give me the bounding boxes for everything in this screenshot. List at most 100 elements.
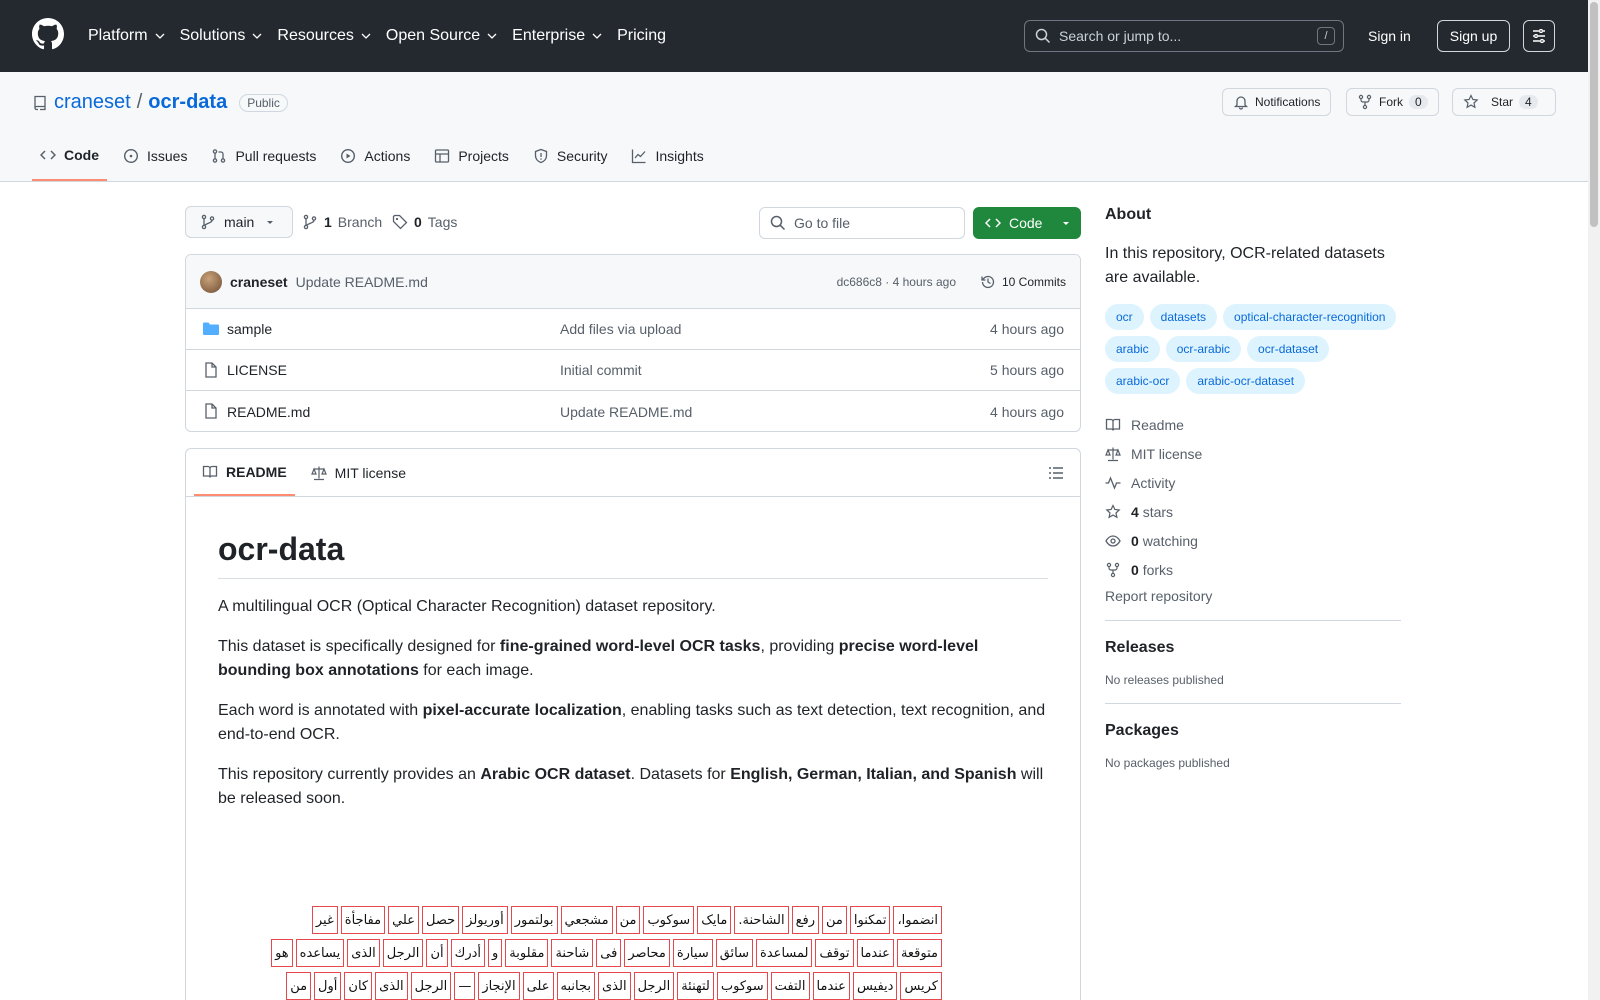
word-bounding-box: و bbox=[488, 939, 503, 967]
watching-link[interactable]: 0 watching bbox=[1105, 526, 1401, 555]
file-commit-message[interactable]: Initial commit bbox=[560, 362, 642, 378]
watching-label: watching bbox=[1142, 532, 1198, 549]
nav-enterprise[interactable]: Enterprise bbox=[512, 27, 603, 45]
stars-link[interactable]: 4 stars bbox=[1105, 497, 1401, 526]
tab-projects[interactable]: Projects bbox=[426, 139, 517, 173]
list-unordered-icon[interactable] bbox=[1048, 465, 1064, 481]
law-icon bbox=[310, 466, 327, 480]
sign-up-button[interactable]: Sign up bbox=[1437, 20, 1510, 52]
commit-message[interactable]: Update README.md bbox=[296, 274, 428, 290]
tab-insights[interactable]: Insights bbox=[623, 139, 711, 173]
word-bounding-box: رفع bbox=[791, 906, 820, 934]
caret-down-icon bbox=[267, 221, 274, 224]
nav-label: Pricing bbox=[617, 27, 666, 44]
branch-selector[interactable]: main bbox=[185, 206, 294, 238]
topic-tag[interactable]: arabic-ocr-dataset bbox=[1186, 368, 1306, 394]
star-icon bbox=[1105, 503, 1121, 518]
file-commit-message[interactable]: Update README.md bbox=[560, 404, 692, 420]
sign-in-link[interactable]: Sign in bbox=[1360, 20, 1419, 52]
activity-link[interactable]: Activity bbox=[1105, 468, 1401, 497]
topic-tag[interactable]: arabic bbox=[1105, 336, 1160, 362]
notifications-label: Notifications bbox=[1255, 95, 1321, 109]
topic-tag[interactable]: optical-character-recognition bbox=[1223, 304, 1397, 330]
nav-label: Resources bbox=[277, 27, 354, 44]
tab-security[interactable]: Security bbox=[525, 139, 616, 173]
nav-label: Open Source bbox=[385, 27, 481, 44]
code-download-button[interactable]: Code bbox=[973, 207, 1081, 239]
fork-label: Fork bbox=[1379, 95, 1403, 109]
scrollbar-thumb[interactable] bbox=[1590, 2, 1598, 227]
report-repository-link[interactable]: Report repository bbox=[1105, 588, 1401, 604]
topic-tag[interactable]: ocr-arabic bbox=[1165, 336, 1242, 362]
file-date: 5 hours ago bbox=[990, 362, 1064, 378]
star-button[interactable]: Star 4 bbox=[1452, 88, 1556, 116]
topic-tag[interactable]: datasets bbox=[1149, 304, 1218, 330]
about-sidebar: About In this repository, OCR-related da… bbox=[1105, 206, 1401, 770]
law-icon bbox=[1105, 447, 1121, 461]
table-icon bbox=[435, 149, 450, 163]
tab-actions[interactable]: Actions bbox=[332, 139, 418, 173]
nav-pricing[interactable]: Pricing bbox=[617, 27, 666, 45]
github-logo-icon[interactable] bbox=[32, 18, 64, 50]
settings-menu-button[interactable] bbox=[1523, 20, 1555, 52]
commits-count: 10 Commits bbox=[1001, 274, 1066, 289]
star-icon bbox=[1463, 94, 1479, 109]
repo-icon bbox=[34, 95, 46, 110]
file-row[interactable]: README.md Update README.md 4 hours ago bbox=[186, 391, 1080, 431]
readme-title: ocr-data bbox=[218, 531, 1048, 579]
word-bounding-box: انضموا، bbox=[893, 906, 942, 934]
tab-issues[interactable]: Issues bbox=[115, 139, 195, 173]
tab-label: MIT license bbox=[334, 464, 406, 481]
license-link[interactable]: MIT license bbox=[1105, 439, 1401, 468]
fork-button[interactable]: Fork 0 bbox=[1346, 88, 1439, 116]
tab-license[interactable]: MIT license bbox=[303, 449, 414, 496]
nav-label: Solutions bbox=[179, 27, 246, 44]
tab-pull-requests[interactable]: Pull requests bbox=[203, 139, 324, 173]
file-row[interactable]: sample Add files via upload 4 hours ago bbox=[186, 309, 1080, 350]
search-input[interactable]: Search or jump to... / bbox=[1024, 20, 1344, 52]
topic-tag[interactable]: ocr-dataset bbox=[1247, 336, 1330, 362]
file-date: 4 hours ago bbox=[990, 403, 1064, 420]
nav-open-source[interactable]: Open Source bbox=[386, 27, 498, 45]
branches-link[interactable]: 1 Branch bbox=[302, 206, 382, 238]
repo-name-link[interactable]: ocr-data bbox=[148, 91, 227, 114]
releases-heading[interactable]: Releases bbox=[1105, 639, 1401, 657]
releases-note: No releases published bbox=[1105, 673, 1224, 687]
tags-link[interactable]: 0 Tags bbox=[392, 206, 457, 238]
tab-readme[interactable]: README bbox=[194, 449, 295, 496]
packages-section: Packages No packages published bbox=[1105, 722, 1401, 770]
word-bounding-box: سوكوب bbox=[716, 972, 768, 1000]
topic-tag[interactable]: ocr bbox=[1105, 304, 1144, 330]
commit-hash-time[interactable]: dc686c8 · 4 hours ago bbox=[837, 275, 956, 289]
go-to-file-input[interactable]: Go to file bbox=[759, 207, 965, 239]
file-name[interactable]: README.md bbox=[227, 404, 310, 420]
nav-resources[interactable]: Resources bbox=[277, 27, 371, 45]
file-commit-message[interactable]: Add files via upload bbox=[560, 321, 681, 337]
nav-solutions[interactable]: Solutions bbox=[180, 27, 264, 45]
word-bounding-box: تمكنوا bbox=[849, 906, 891, 934]
link-label: Readme bbox=[1131, 416, 1184, 433]
code-icon bbox=[40, 150, 56, 160]
topic-tag[interactable]: arabic-ocr bbox=[1105, 368, 1181, 394]
nav-platform[interactable]: Platform bbox=[88, 27, 166, 45]
commits-link[interactable]: 10 Commits bbox=[980, 274, 1066, 290]
avatar[interactable] bbox=[200, 270, 222, 293]
word-bounding-box: ديفيس bbox=[852, 972, 898, 1000]
word-bounding-box: هو bbox=[271, 939, 293, 967]
packages-heading[interactable]: Packages bbox=[1105, 722, 1401, 740]
file-name[interactable]: LICENSE bbox=[227, 362, 287, 378]
file-name[interactable]: sample bbox=[227, 321, 272, 337]
forks-link[interactable]: 0 forks bbox=[1105, 555, 1401, 584]
tab-code[interactable]: Code bbox=[32, 139, 107, 181]
repo-owner-link[interactable]: craneset bbox=[54, 91, 131, 114]
commit-author[interactable]: craneset bbox=[230, 274, 288, 290]
word-bounding-box: يساعده bbox=[295, 939, 345, 967]
readme-link[interactable]: Readme bbox=[1105, 410, 1401, 439]
word-bounding-box: متوقعة bbox=[896, 939, 942, 967]
notifications-button[interactable]: Notifications bbox=[1222, 88, 1332, 116]
file-row[interactable]: LICENSE Initial commit 5 hours ago bbox=[186, 350, 1080, 391]
latest-commit-bar: craneset Update README.md dc686c8 · 4 ho… bbox=[186, 255, 1080, 309]
book-icon bbox=[202, 465, 218, 478]
readme-tabs: README MIT license bbox=[186, 449, 1080, 497]
tab-label: Pull requests bbox=[235, 148, 317, 164]
